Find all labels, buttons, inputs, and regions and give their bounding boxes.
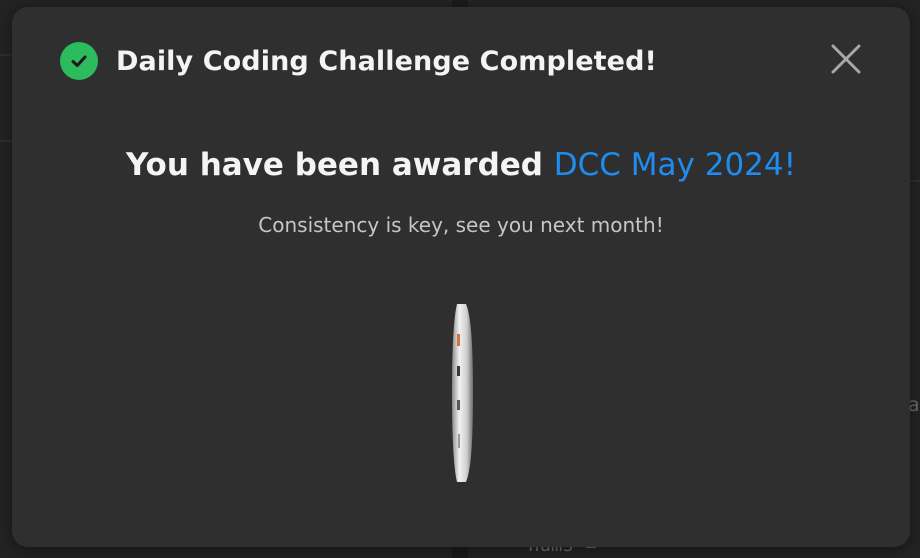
award-message: You have been awarded DCC May 2024! [12, 147, 910, 183]
medal-icon [452, 304, 473, 482]
modal-header: Daily Coding Challenge Completed! [60, 41, 657, 81]
modal-subtitle: Consistency is key, see you next month! [258, 213, 664, 237]
award-modal: Daily Coding Challenge Completed! You ha… [12, 7, 910, 547]
close-icon[interactable] [831, 44, 861, 74]
check-circle-icon [60, 42, 98, 80]
award-prefix: You have been awarded [125, 147, 554, 183]
award-badge-name: DCC May 2024! [553, 147, 797, 183]
modal-title: Daily Coding Challenge Completed! [116, 45, 657, 77]
close-button[interactable] [828, 41, 864, 77]
